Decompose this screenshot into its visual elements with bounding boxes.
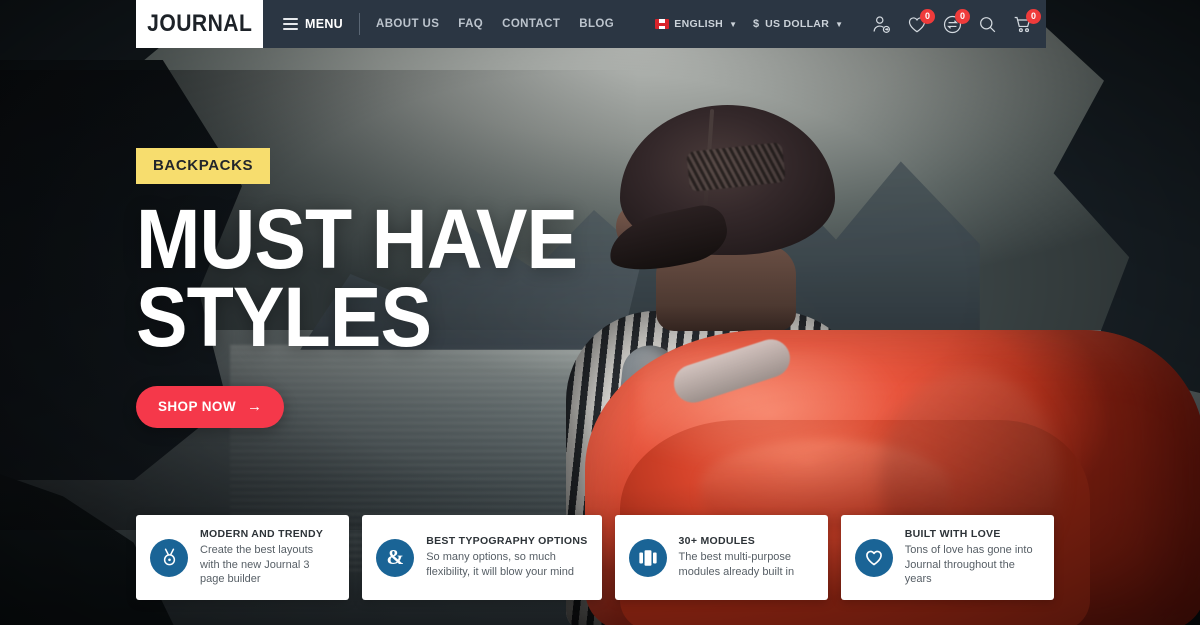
modules-icon bbox=[628, 538, 667, 577]
hero-content: BACKPACKS MUST HAVE STYLES SHOP NOW → bbox=[136, 148, 615, 429]
arrow-right-icon: → bbox=[246, 398, 263, 416]
feature-card-title: BEST TYPOGRAPHY OPTIONS bbox=[426, 535, 588, 548]
menu-button[interactable]: MENU bbox=[283, 17, 343, 31]
nav-divider bbox=[359, 13, 361, 35]
feature-card-body: BEST TYPOGRAPHY OPTIONS So many options,… bbox=[426, 535, 587, 579]
feature-card-modern-and-trendy[interactable]: MODERN AND TRENDY Create the best layout… bbox=[136, 515, 350, 600]
feature-card-body: BUILT WITH LOVE Tons of love has gone in… bbox=[905, 528, 1040, 587]
wishlist-heart-icon[interactable]: 0 bbox=[906, 8, 935, 35]
site-header: JOURNAL MENU ABOUT US FAQ CONTACT BLOG E… bbox=[136, 0, 1046, 48]
feature-card-built-with-love[interactable]: BUILT WITH LOVE Tons of love has gone in… bbox=[840, 515, 1054, 600]
header-utilities: ENGLISH ▼ $ US DOLLAR ▼ 0 0 0 bbox=[655, 8, 1046, 35]
nav-link-contact[interactable]: CONTACT bbox=[502, 18, 560, 30]
feature-card-title: MODERN AND TRENDY bbox=[200, 528, 324, 541]
shop-now-label: SHOP NOW bbox=[158, 399, 236, 415]
feature-card-description: Tons of love has gone into Journal throu… bbox=[904, 544, 1033, 586]
hero-headline-line-2: STYLES bbox=[136, 270, 432, 365]
feature-card-description: Create the best layouts with the new Jou… bbox=[200, 544, 314, 586]
shop-now-button[interactable]: SHOP NOW → bbox=[136, 386, 285, 429]
cart-icon[interactable]: 0 bbox=[1012, 8, 1041, 35]
menu-button-label: MENU bbox=[305, 17, 344, 31]
medal-icon bbox=[150, 538, 188, 577]
nav-link-faq[interactable]: FAQ bbox=[458, 18, 483, 30]
language-selector[interactable]: ENGLISH ▼ bbox=[655, 18, 737, 30]
flag-icon bbox=[655, 19, 670, 29]
cart-count-badge: 0 bbox=[1026, 8, 1041, 24]
feature-card-30-plus-modules[interactable]: 30+ MODULES The best multi-purpose modul… bbox=[614, 515, 828, 600]
feature-card-title: BUILT WITH LOVE bbox=[904, 528, 1001, 541]
ampersand-icon: & bbox=[376, 538, 415, 577]
currency-symbol: $ bbox=[753, 18, 760, 30]
main-navigation: MENU ABOUT US FAQ CONTACT BLOG bbox=[283, 13, 614, 35]
hero-headline: MUST HAVE STYLES bbox=[136, 197, 578, 365]
account-icon[interactable] bbox=[871, 14, 892, 35]
heart-icon bbox=[854, 538, 893, 577]
header-icon-group: 0 0 0 bbox=[871, 8, 1041, 35]
hero-category-tag: BACKPACKS bbox=[136, 148, 271, 184]
chevron-down-icon: ▼ bbox=[835, 19, 843, 29]
feature-card-description: The best multi-purpose modules already b… bbox=[678, 551, 795, 579]
feature-card-title: 30+ MODULES bbox=[678, 535, 756, 548]
compare-icon[interactable]: 0 bbox=[942, 8, 970, 35]
compare-count-badge: 0 bbox=[955, 8, 970, 24]
feature-card-body: 30+ MODULES The best multi-purpose modul… bbox=[679, 535, 814, 579]
chevron-down-icon: ▼ bbox=[729, 19, 737, 29]
logo[interactable]: JOURNAL bbox=[136, 0, 263, 48]
nav-link-blog[interactable]: BLOG bbox=[579, 18, 614, 30]
currency-selector[interactable]: $ US DOLLAR ▼ bbox=[753, 18, 843, 30]
currency-label: US DOLLAR bbox=[765, 18, 830, 30]
language-label: ENGLISH bbox=[674, 18, 724, 30]
logo-text: JOURNAL bbox=[146, 10, 253, 37]
hamburger-icon bbox=[283, 18, 298, 30]
wishlist-count-badge: 0 bbox=[920, 8, 935, 24]
feature-cards: MODERN AND TRENDY Create the best layout… bbox=[136, 515, 1054, 600]
feature-card-best-typography-options[interactable]: & BEST TYPOGRAPHY OPTIONS So many option… bbox=[362, 515, 602, 600]
nav-links: ABOUT US FAQ CONTACT BLOG bbox=[376, 18, 614, 30]
search-icon[interactable] bbox=[977, 14, 998, 35]
feature-card-body: MODERN AND TRENDY Create the best layout… bbox=[200, 528, 335, 587]
nav-link-about-us[interactable]: ABOUT US bbox=[376, 18, 439, 30]
feature-card-description: So many options, so much flexibility, it… bbox=[426, 551, 574, 579]
